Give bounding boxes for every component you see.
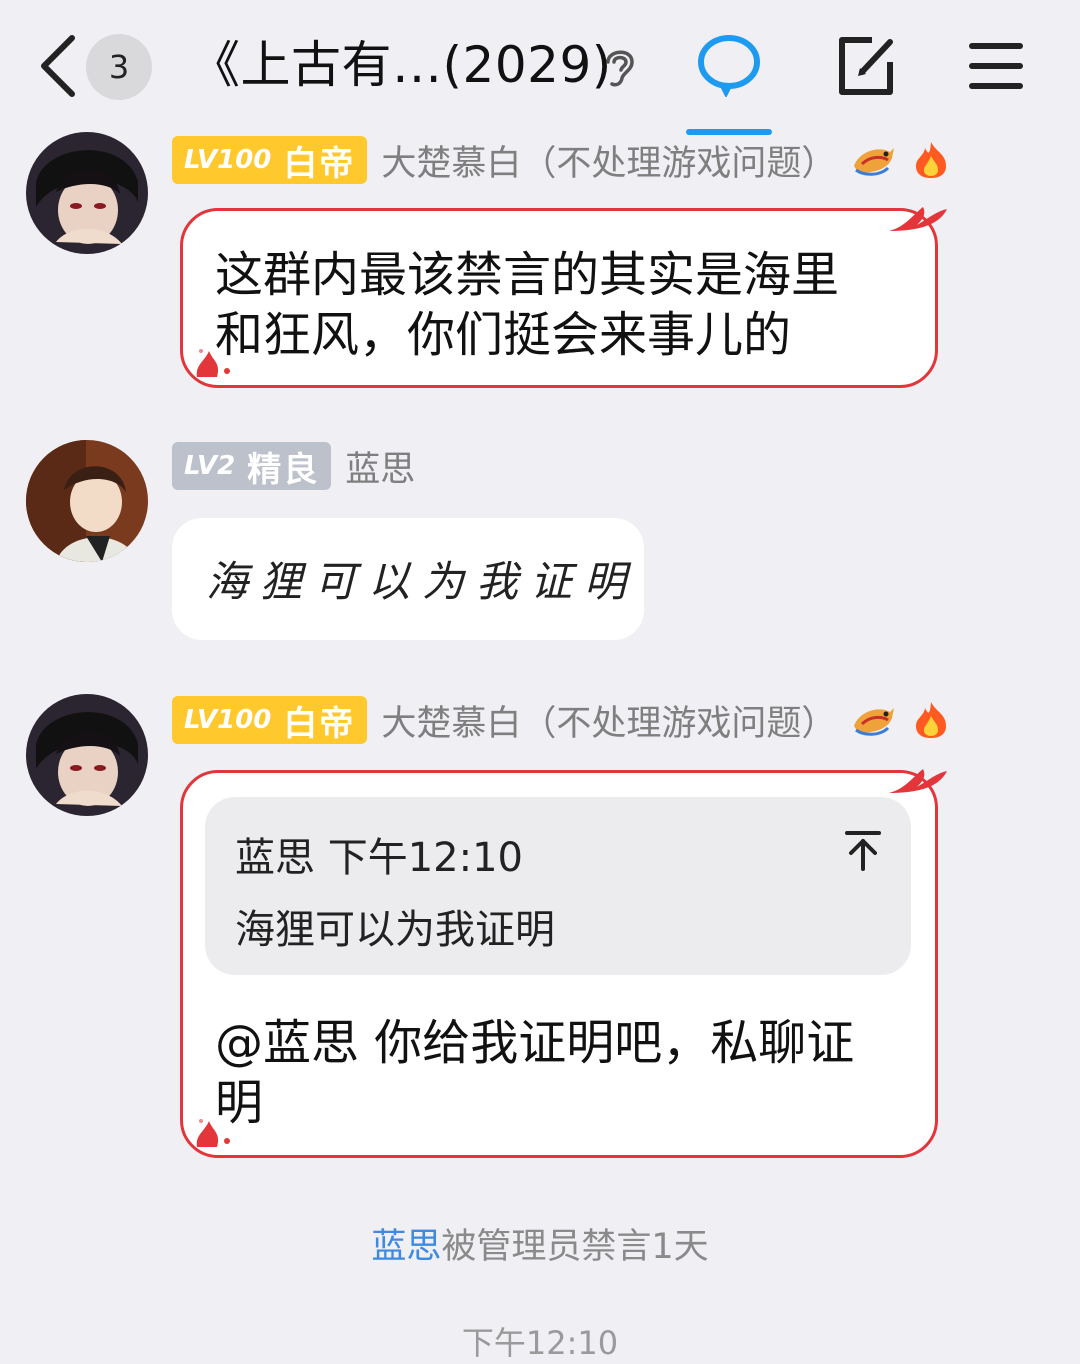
unread-count-badge[interactable]: 3 <box>86 34 152 100</box>
timestamp: 下午12:10 <box>461 1324 619 1362</box>
group-title[interactable]: 《上古有…(2029) <box>190 30 612 100</box>
quote-author-time: 蓝思 下午12:10 <box>235 835 523 881</box>
message-bubble[interactable]: 海狸可以为我证明 <box>172 518 644 640</box>
message-header: LV2 精良 蓝思 <box>172 440 415 492</box>
top-bar: 3 《上古有…(2029) <box>0 0 1080 136</box>
level-badge: LV100 白帝 <box>172 136 368 184</box>
avatar[interactable] <box>26 132 148 254</box>
chat-tab-button[interactable] <box>690 28 768 106</box>
ear-icon <box>606 50 634 87</box>
system-notice: 蓝思被管理员禁言1天 <box>0 1218 1080 1269</box>
sender-name[interactable]: 大楚慕白（不处理游戏问题） <box>381 135 836 186</box>
menu-icon <box>969 43 1023 89</box>
message-text: @蓝思 你给我证明吧，私聊证 <box>215 1015 855 1071</box>
dragon-icon <box>854 148 895 176</box>
level-badge: LV2 精良 <box>172 442 332 490</box>
back-chevron-icon <box>41 35 75 97</box>
quote-text: 海狸可以为我证明 <box>235 907 555 953</box>
sender-name[interactable]: 蓝思 <box>345 441 415 492</box>
message-header: LV100 白帝 大楚慕白（不处理游戏问题） <box>172 694 952 746</box>
flame-decoration-icon <box>889 207 947 231</box>
back-button[interactable] <box>36 34 82 98</box>
message-bubble[interactable]: 这群内最该禁言的其实是海里 和狂风，你们挺会来事儿的 <box>180 207 947 388</box>
fire-icon <box>916 142 947 178</box>
message-text: 海狸可以为我证明 <box>206 557 639 606</box>
quoted-message[interactable]: 蓝思 下午12:10 海狸可以为我证明 <box>205 797 911 975</box>
edit-icon <box>839 37 893 95</box>
edit-button[interactable] <box>828 28 906 106</box>
flame-decoration-icon <box>889 769 947 793</box>
dragon-icon <box>854 708 895 736</box>
chat-bubble-icon <box>698 35 760 97</box>
system-notice-text: 被管理员禁言1天 <box>441 1227 709 1267</box>
avatar[interactable] <box>26 694 148 816</box>
message-bubble[interactable]: 蓝思 下午12:10 海狸可以为我证明 @蓝思 你给我证明吧，私聊证 明 <box>180 769 947 1158</box>
sender-name[interactable]: 大楚慕白（不处理游戏问题） <box>381 695 836 746</box>
menu-button[interactable] <box>958 28 1036 106</box>
message-text: 和狂风，你们挺会来事儿的 <box>215 307 792 363</box>
fire-icon <box>916 702 947 738</box>
muted-user-link[interactable]: 蓝思 <box>371 1227 441 1267</box>
message-text: 这群内最该禁言的其实是海里 <box>215 247 840 303</box>
message-text: 明 <box>215 1075 264 1131</box>
avatar[interactable] <box>26 440 148 562</box>
level-badge: LV100 白帝 <box>172 696 368 744</box>
jump-to-original-icon[interactable] <box>843 829 883 873</box>
message-header: LV100 白帝 大楚慕白（不处理游戏问题） <box>172 134 952 186</box>
